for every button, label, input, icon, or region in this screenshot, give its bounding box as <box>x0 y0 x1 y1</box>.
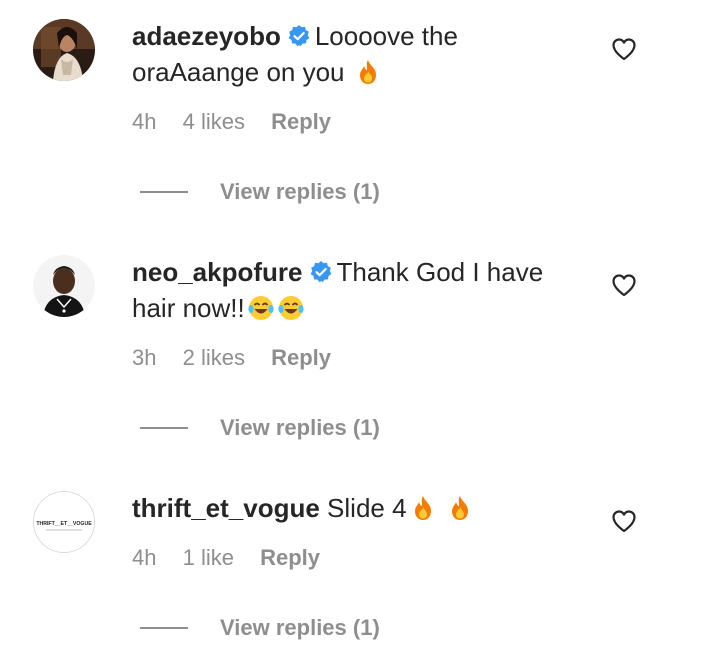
comment-text: adaezeyobo Loooove the oraAaange on you <box>132 18 592 90</box>
heart-icon[interactable] <box>611 509 637 533</box>
view-replies-button[interactable]: View replies (1) <box>140 178 380 206</box>
comment-body-line2: oraAaange on you <box>132 57 345 87</box>
view-replies-button[interactable]: View replies (1) <box>140 414 380 442</box>
reply-button[interactable]: Reply <box>271 109 331 134</box>
comment-body-line1: Slide 4 <box>327 493 407 523</box>
view-replies-label[interactable]: View replies (1) <box>220 615 380 640</box>
replies-divider <box>140 627 188 629</box>
face-with-tears-of-joy-emoji-icon <box>278 296 304 320</box>
heart-icon[interactable] <box>611 37 637 61</box>
comment-body-line1: Thank God I have <box>336 257 544 287</box>
comment-meta: 4h 1 like Reply <box>132 544 320 572</box>
comment-time: 3h <box>132 345 157 370</box>
fire-emoji-icon <box>451 496 468 520</box>
comment-text: thrift_et_vogue Slide 4 <box>132 490 592 526</box>
avatar[interactable]: THRIFT__ET__VOGUE <box>33 491 95 553</box>
comment-text: neo_akpofure Thank God I have hair now!! <box>132 254 592 326</box>
view-replies-label[interactable]: View replies (1) <box>220 415 380 440</box>
comment-username[interactable]: neo_akpofure <box>132 257 303 287</box>
avatar[interactable] <box>33 19 95 81</box>
comment-likes[interactable]: 1 like <box>183 545 234 570</box>
comment-meta: 3h 2 likes Reply <box>132 344 331 372</box>
verified-badge-icon <box>310 261 331 283</box>
comment-likes[interactable]: 2 likes <box>183 345 245 370</box>
profile-photo-icon <box>33 19 95 81</box>
profile-photo-icon <box>33 255 95 317</box>
comment-time: 4h <box>132 545 157 570</box>
comment-likes[interactable]: 4 likes <box>183 109 245 134</box>
fire-emoji-icon <box>414 496 431 520</box>
reply-button[interactable]: Reply <box>260 545 320 570</box>
reply-button[interactable]: Reply <box>271 345 331 370</box>
comment-time: 4h <box>132 109 157 134</box>
comment-body-line1: Loooove the <box>314 21 458 51</box>
brand-logo-text: THRIFT__ET__VOGUE <box>36 521 92 527</box>
comment-username[interactable]: adaezeyobo <box>132 21 281 51</box>
avatar[interactable] <box>33 255 95 317</box>
fire-emoji-icon <box>359 60 376 84</box>
view-replies-label[interactable]: View replies (1) <box>220 179 380 204</box>
view-replies-button[interactable]: View replies (1) <box>140 614 380 642</box>
heart-icon[interactable] <box>611 273 637 297</box>
face-with-tears-of-joy-emoji-icon <box>248 296 274 320</box>
replies-divider <box>140 191 188 193</box>
comment-username[interactable]: thrift_et_vogue <box>132 493 320 523</box>
comment-body-line2: hair now!! <box>132 293 245 323</box>
verified-badge-icon <box>288 25 310 47</box>
brand-logo-icon: THRIFT__ET__VOGUE <box>34 492 94 552</box>
replies-divider <box>140 427 188 429</box>
comment-meta: 4h 4 likes Reply <box>132 108 331 136</box>
